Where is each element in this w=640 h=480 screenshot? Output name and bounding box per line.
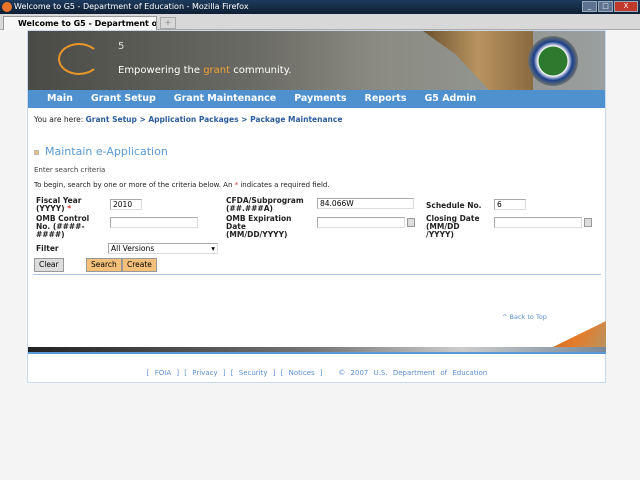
department-seal bbox=[528, 36, 578, 86]
omb-expiration-label: OMB Expiration Date (MM/DD/YYYY) bbox=[226, 214, 292, 239]
subtitle: Enter search criteria bbox=[34, 166, 106, 174]
new-tab-button[interactable]: + bbox=[160, 17, 176, 29]
browser-tab[interactable]: Welcome to G5 - Department of Edu... bbox=[3, 16, 157, 30]
collapse-icon[interactable] bbox=[34, 149, 39, 155]
cfda-label: CFDA/Subprogram (##.###A) bbox=[226, 196, 304, 213]
nav-grant-setup[interactable]: Grant Setup bbox=[91, 90, 156, 108]
schedule-input[interactable]: 6 bbox=[494, 199, 526, 210]
copyright: © 2007 U.S. Department of Education bbox=[338, 369, 488, 377]
banner: 5 Empowering the grant community. bbox=[28, 31, 605, 90]
divider bbox=[33, 274, 601, 275]
tagline: Empowering the grant community. bbox=[118, 65, 292, 76]
cfda-input[interactable]: 84.066W bbox=[317, 198, 414, 209]
window-title: Welcome to G5 - Department of Education … bbox=[14, 2, 249, 11]
closing-date-input[interactable] bbox=[494, 217, 582, 228]
page-container: 5 Empowering the grant community. Main G… bbox=[27, 30, 606, 383]
logo-five: 5 bbox=[118, 41, 125, 52]
classroom-image bbox=[553, 321, 606, 347]
calendar-icon[interactable] bbox=[407, 218, 415, 227]
clear-button[interactable]: Clear bbox=[34, 258, 64, 272]
breadcrumb-path[interactable]: Grant Setup > Application Packages > Pac… bbox=[86, 115, 343, 124]
back-to-top-link[interactable]: ^ Back to Top bbox=[502, 313, 547, 321]
omb-control-input[interactable] bbox=[110, 217, 198, 228]
maximize-button[interactable]: □ bbox=[598, 1, 613, 12]
close-button[interactable]: X bbox=[614, 1, 638, 12]
schedule-label: Schedule No. bbox=[426, 201, 482, 210]
minimize-button[interactable]: _ bbox=[582, 1, 597, 12]
footer-link-privacy[interactable]: Privacy bbox=[192, 369, 217, 377]
search-button[interactable]: Search bbox=[86, 258, 122, 272]
tab-bar: Welcome to G5 - Department of Edu... + bbox=[0, 14, 640, 30]
window-titlebar: Welcome to G5 - Department of Education … bbox=[0, 0, 640, 14]
footer: [ FOIA ] [ Privacy ] [ Security ] [ Noti… bbox=[146, 369, 488, 377]
omb-expiration-input[interactable] bbox=[317, 217, 405, 228]
firefox-icon bbox=[2, 2, 12, 12]
omb-control-label: OMB Control No. (####-####) bbox=[36, 214, 90, 239]
footer-link-security[interactable]: Security bbox=[239, 369, 268, 377]
g5-logo bbox=[58, 43, 100, 75]
footer-link-foia[interactable]: FOIA bbox=[155, 369, 171, 377]
instructions: To begin, search by one or more of the c… bbox=[34, 181, 330, 189]
main-nav: Main Grant Setup Grant Maintenance Payme… bbox=[28, 90, 605, 108]
chevron-down-icon: ▾ bbox=[211, 244, 215, 253]
closing-date-label: Closing Date (MM/DD /YYYY) bbox=[426, 214, 480, 239]
page-title: Maintain e-Application bbox=[34, 145, 605, 158]
nav-grant-maintenance[interactable]: Grant Maintenance bbox=[174, 90, 276, 108]
filter-select[interactable]: All Versions ▾ bbox=[108, 243, 218, 254]
nav-payments[interactable]: Payments bbox=[294, 90, 346, 108]
breadcrumb: You are here: Grant Setup > Application … bbox=[34, 115, 343, 124]
nav-main[interactable]: Main bbox=[47, 90, 73, 108]
library-image bbox=[423, 31, 533, 90]
fiscal-year-input[interactable]: 2010 bbox=[110, 199, 142, 210]
fiscal-year-label: Fiscal Year (YYYY) * bbox=[36, 196, 82, 213]
footer-strip bbox=[28, 347, 606, 354]
filter-label: Filter bbox=[36, 244, 59, 253]
calendar-icon[interactable] bbox=[584, 218, 592, 227]
nav-reports[interactable]: Reports bbox=[365, 90, 407, 108]
footer-link-notices[interactable]: Notices bbox=[289, 369, 315, 377]
create-button[interactable]: Create bbox=[122, 258, 157, 272]
nav-g5-admin[interactable]: G5 Admin bbox=[424, 90, 476, 108]
